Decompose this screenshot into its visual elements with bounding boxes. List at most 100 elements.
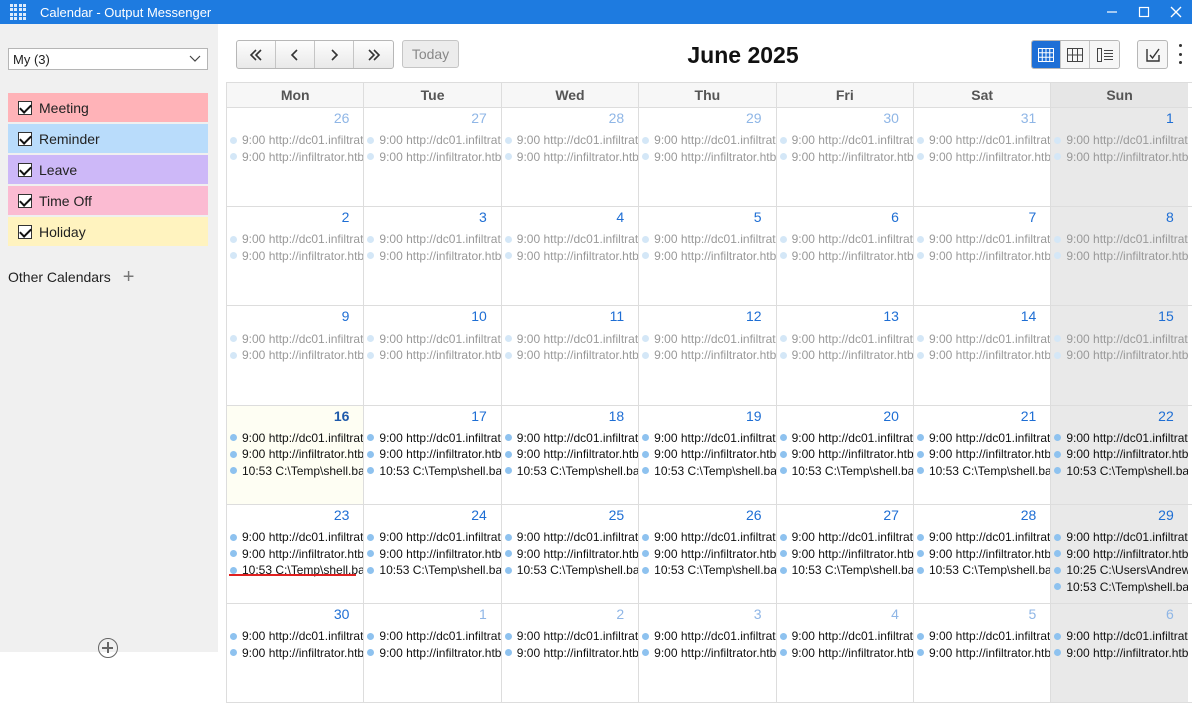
calendar-event[interactable]: 10:53 C:\Temp\shell.ba (504, 562, 638, 579)
previous-month-button[interactable] (276, 41, 315, 68)
calendar-event[interactable]: 9:00 http://infiltrator.htb (779, 545, 913, 562)
checkbox[interactable] (18, 224, 32, 239)
calendar-event[interactable]: 10:53 C:\Temp\shell.ba (779, 562, 913, 579)
today-button[interactable]: Today (402, 40, 459, 68)
calendar-event[interactable]: 9:00 http://dc01.infiltrat (367, 628, 501, 645)
calendar-event[interactable]: 10:25 C:\Users\Andrew (1054, 562, 1188, 579)
calendar-event[interactable]: 9:00 http://infiltrator.htb (1054, 248, 1188, 265)
grid-icon[interactable] (10, 4, 26, 20)
day-cell[interactable]: 19 9:00 http://dc01.infiltrat 9:00 http://… (638, 405, 776, 504)
calendar-event[interactable]: 9:00 http://dc01.infiltrat (779, 132, 913, 149)
calendar-event[interactable]: 9:00 http://dc01.infiltrat (230, 529, 363, 546)
calendar-type-leave[interactable]: Leave (8, 155, 208, 184)
day-cell[interactable]: 7 9:00 http://dc01.infiltrat 9:00 http://i… (912, 207, 1051, 306)
more-options-icon[interactable] (1176, 44, 1184, 64)
day-cell[interactable]: 22 9:00 http://dc01.infiltrat 9:00 http://… (1050, 405, 1188, 504)
calendar-event[interactable]: 9:00 http://dc01.infiltrat (1054, 628, 1188, 645)
calendar-event[interactable]: 9:00 http://infiltrator.htb (230, 644, 363, 661)
day-cell[interactable]: 18 9:00 http://dc01.infiltrat 9:00 http://… (500, 405, 639, 504)
calendar-event[interactable]: 9:00 http://infiltrator.htb (642, 644, 776, 661)
calendar-event[interactable]: 9:00 http://infiltrator.htb (1054, 446, 1188, 463)
calendar-event[interactable]: 9:00 http://infiltrator.htb (504, 644, 638, 661)
calendar-event[interactable]: 9:00 http://dc01.infiltrat (504, 330, 638, 347)
day-cell[interactable]: 25 9:00 http://dc01.infiltrat 9:00 http://… (500, 504, 639, 603)
day-cell[interactable]: 6 9:00 http://dc01.infiltrat 9:00 http://i… (1050, 603, 1188, 703)
day-cell[interactable]: 5 9:00 http://dc01.infiltrat 9:00 http://i… (638, 207, 776, 306)
day-cell[interactable]: 14 9:00 http://dc01.infiltrat 9:00 http://… (912, 306, 1051, 405)
day-cell[interactable]: 17 9:00 http://dc01.infiltrat 9:00 http://… (363, 405, 501, 504)
day-cell[interactable]: 31 9:00 http://dc01.infiltrat 9:00 http://… (912, 108, 1051, 207)
day-cell[interactable]: 30 9:00 http://dc01.infiltrat 9:00 http://… (226, 603, 364, 703)
day-cell[interactable]: 16 9:00 http://dc01.infiltrat 9:00 http://… (226, 405, 364, 504)
calendar-event[interactable]: 9:00 http://infiltrator.htb (779, 347, 913, 364)
calendar-event[interactable]: 9:00 http://dc01.infiltrat (1054, 430, 1188, 447)
calendar-event[interactable]: 10:53 C:\Temp\shell.ba (504, 463, 638, 480)
calendar-event[interactable]: 9:00 http://dc01.infiltrat (367, 132, 501, 149)
calendar-event[interactable]: 9:00 http://dc01.infiltrat (367, 231, 501, 248)
calendar-event[interactable]: 9:00 http://infiltrator.htb (230, 545, 363, 562)
calendar-event[interactable]: 9:00 http://dc01.infiltrat (916, 529, 1050, 546)
calendar-event[interactable]: 9:00 http://infiltrator.htb (779, 644, 913, 661)
calendar-event[interactable]: 9:00 http://dc01.infiltrat (367, 529, 501, 546)
calendar-event[interactable]: 9:00 http://infiltrator.htb (1054, 347, 1188, 364)
day-cell[interactable]: 30 9:00 http://dc01.infiltrat 9:00 http://… (775, 108, 913, 207)
calendar-event[interactable]: 10:53 C:\Temp\shell.ba (642, 562, 776, 579)
calendar-event[interactable]: 9:00 http://infiltrator.htb (642, 545, 776, 562)
calendar-event[interactable]: 9:00 http://dc01.infiltrat (642, 330, 776, 347)
calendar-event[interactable]: 10:53 C:\Temp\shell.ba (916, 562, 1050, 579)
add-calendar-icon[interactable]: + (123, 267, 135, 287)
calendar-event[interactable]: 9:00 http://infiltrator.htb (916, 248, 1050, 265)
calendar-event[interactable]: 9:00 http://dc01.infiltrat (230, 628, 363, 645)
calendar-event[interactable]: 9:00 http://infiltrator.htb (367, 347, 501, 364)
day-cell[interactable]: 4 9:00 http://dc01.infiltrat 9:00 http://i… (775, 603, 913, 703)
day-cell[interactable]: 26 9:00 http://dc01.infiltrat 9:00 http://… (226, 108, 364, 207)
calendar-event[interactable]: 9:00 http://infiltrator.htb (916, 644, 1050, 661)
calendar-event[interactable]: 9:00 http://infiltrator.htb (642, 347, 776, 364)
checkbox[interactable] (18, 193, 32, 208)
calendar-event[interactable]: 10:53 C:\Temp\shell.ba (367, 463, 501, 480)
day-cell[interactable]: 3 9:00 http://dc01.infiltrat 9:00 http://i… (363, 207, 501, 306)
calendar-event[interactable]: 9:00 http://dc01.infiltrat (230, 231, 363, 248)
calendar-event[interactable]: 9:00 http://dc01.infiltrat (916, 132, 1050, 149)
calendar-event[interactable]: 9:00 http://dc01.infiltrat (230, 330, 363, 347)
calendar-event[interactable]: 9:00 http://infiltrator.htb (504, 545, 638, 562)
task-button[interactable] (1137, 40, 1168, 69)
calendar-event[interactable]: 9:00 http://dc01.infiltrat (916, 628, 1050, 645)
day-cell[interactable]: 15 9:00 http://dc01.infiltrat 9:00 http://… (1050, 306, 1188, 405)
day-cell[interactable]: 2 9:00 http://dc01.infiltrat 9:00 http://i… (226, 207, 364, 306)
calendar-event[interactable]: 9:00 http://dc01.infiltrat (230, 132, 363, 149)
calendar-event[interactable]: 9:00 http://dc01.infiltrat (230, 430, 363, 447)
day-cell[interactable]: 10 9:00 http://dc01.infiltrat 9:00 http://… (363, 306, 501, 405)
checkbox[interactable] (18, 162, 32, 177)
calendar-event[interactable]: 9:00 http://infiltrator.htb (916, 446, 1050, 463)
calendar-event[interactable]: 10:53 C:\Temp\shell.ba (916, 463, 1050, 480)
day-cell[interactable]: 2 9:00 http://dc01.infiltrat 9:00 http://i… (500, 603, 639, 703)
calendar-event[interactable]: 9:00 http://infiltrator.htb (1054, 545, 1188, 562)
day-cell[interactable]: 27 9:00 http://dc01.infiltrat 9:00 http://… (363, 108, 501, 207)
calendar-event[interactable]: 10:53 C:\Temp\shell.ba (779, 463, 913, 480)
next-year-button[interactable] (354, 41, 393, 68)
calendar-event[interactable]: 9:00 http://dc01.infiltrat (367, 330, 501, 347)
calendar-event[interactable]: 9:00 http://dc01.infiltrat (504, 231, 638, 248)
checkbox[interactable] (18, 131, 32, 146)
checkbox[interactable] (18, 100, 32, 115)
day-cell[interactable]: 27 9:00 http://dc01.infiltrat 9:00 http://… (775, 504, 913, 603)
calendar-event[interactable]: 9:00 http://infiltrator.htb (642, 149, 776, 166)
day-cell[interactable]: 4 9:00 http://dc01.infiltrat 9:00 http://i… (500, 207, 639, 306)
calendar-event[interactable]: 9:00 http://dc01.infiltrat (779, 231, 913, 248)
calendar-event[interactable]: 9:00 http://infiltrator.htb (367, 446, 501, 463)
day-cell[interactable]: 9 9:00 http://dc01.infiltrat 9:00 http://i… (226, 306, 364, 405)
calendar-event[interactable]: 9:00 http://dc01.infiltrat (504, 628, 638, 645)
calendar-event[interactable]: 9:00 http://infiltrator.htb (916, 347, 1050, 364)
calendar-event[interactable]: 9:00 http://infiltrator.htb (504, 248, 638, 265)
day-cell[interactable]: 20 9:00 http://dc01.infiltrat 9:00 http://… (775, 405, 913, 504)
calendar-type-meeting[interactable]: Meeting (8, 93, 208, 122)
minimize-button[interactable] (1096, 0, 1128, 24)
calendar-event[interactable]: 9:00 http://infiltrator.htb (504, 446, 638, 463)
calendar-type-reminder[interactable]: Reminder (8, 124, 208, 153)
day-cell[interactable]: 13 9:00 http://dc01.infiltrat 9:00 http://… (775, 306, 913, 405)
week-view-button[interactable] (1061, 41, 1090, 68)
calendar-event[interactable]: 9:00 http://infiltrator.htb (642, 248, 776, 265)
calendar-event[interactable]: 9:00 http://dc01.infiltrat (916, 430, 1050, 447)
add-circle-icon[interactable] (98, 638, 118, 658)
